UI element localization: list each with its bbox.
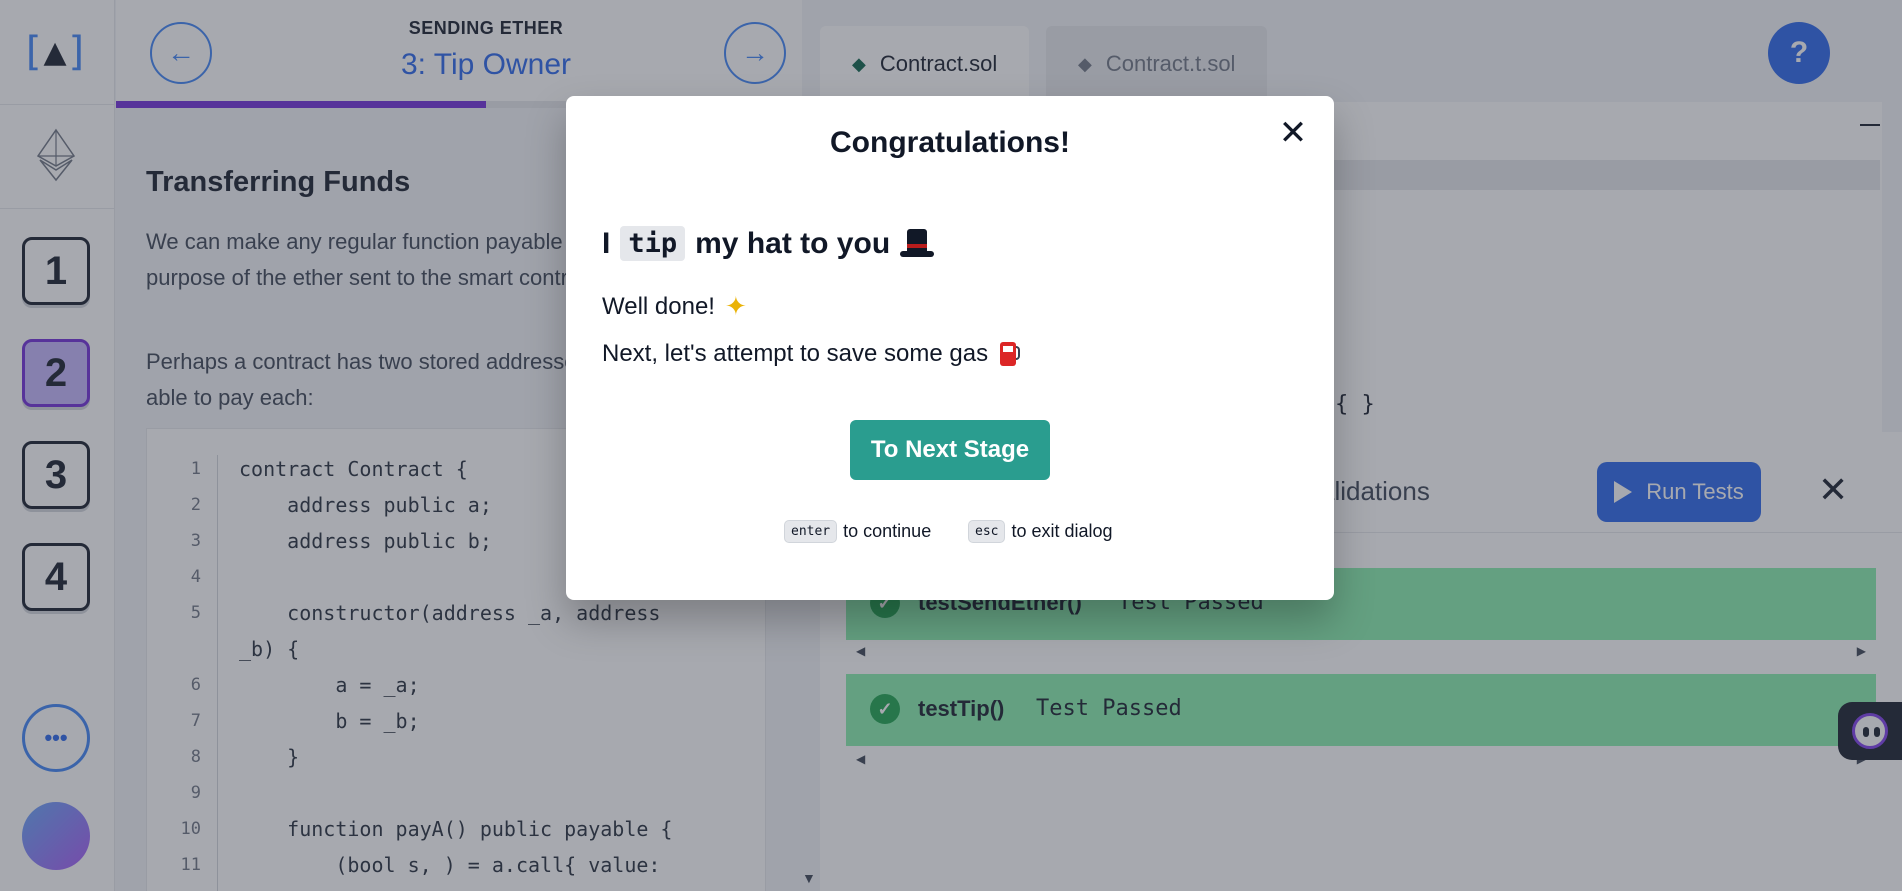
- keyboard-hint-enter: enter to continue: [784, 520, 931, 543]
- inline-code: tip: [620, 226, 686, 261]
- keyboard-hint-esc: esc to exit dialog: [968, 520, 1113, 543]
- dialog-message: Well done! ✦: [602, 292, 747, 322]
- close-icon[interactable]: ✕: [1276, 116, 1310, 150]
- enter-key: enter: [784, 520, 838, 543]
- top-hat-icon: [900, 228, 935, 259]
- party-popper-icon: ✦: [724, 292, 747, 322]
- dialog-message: Next, let's attempt to save some gas: [602, 340, 1021, 368]
- dialog-heading: I tip my hat to you: [602, 226, 935, 261]
- congratulations-dialog: Congratulations! ✕ I tip my hat to you W…: [566, 96, 1334, 600]
- fuel-pump-icon: [998, 340, 1021, 368]
- dialog-title: Congratulations!: [830, 126, 1070, 159]
- esc-key: esc: [968, 520, 1006, 543]
- next-stage-button[interactable]: To Next Stage: [850, 420, 1050, 480]
